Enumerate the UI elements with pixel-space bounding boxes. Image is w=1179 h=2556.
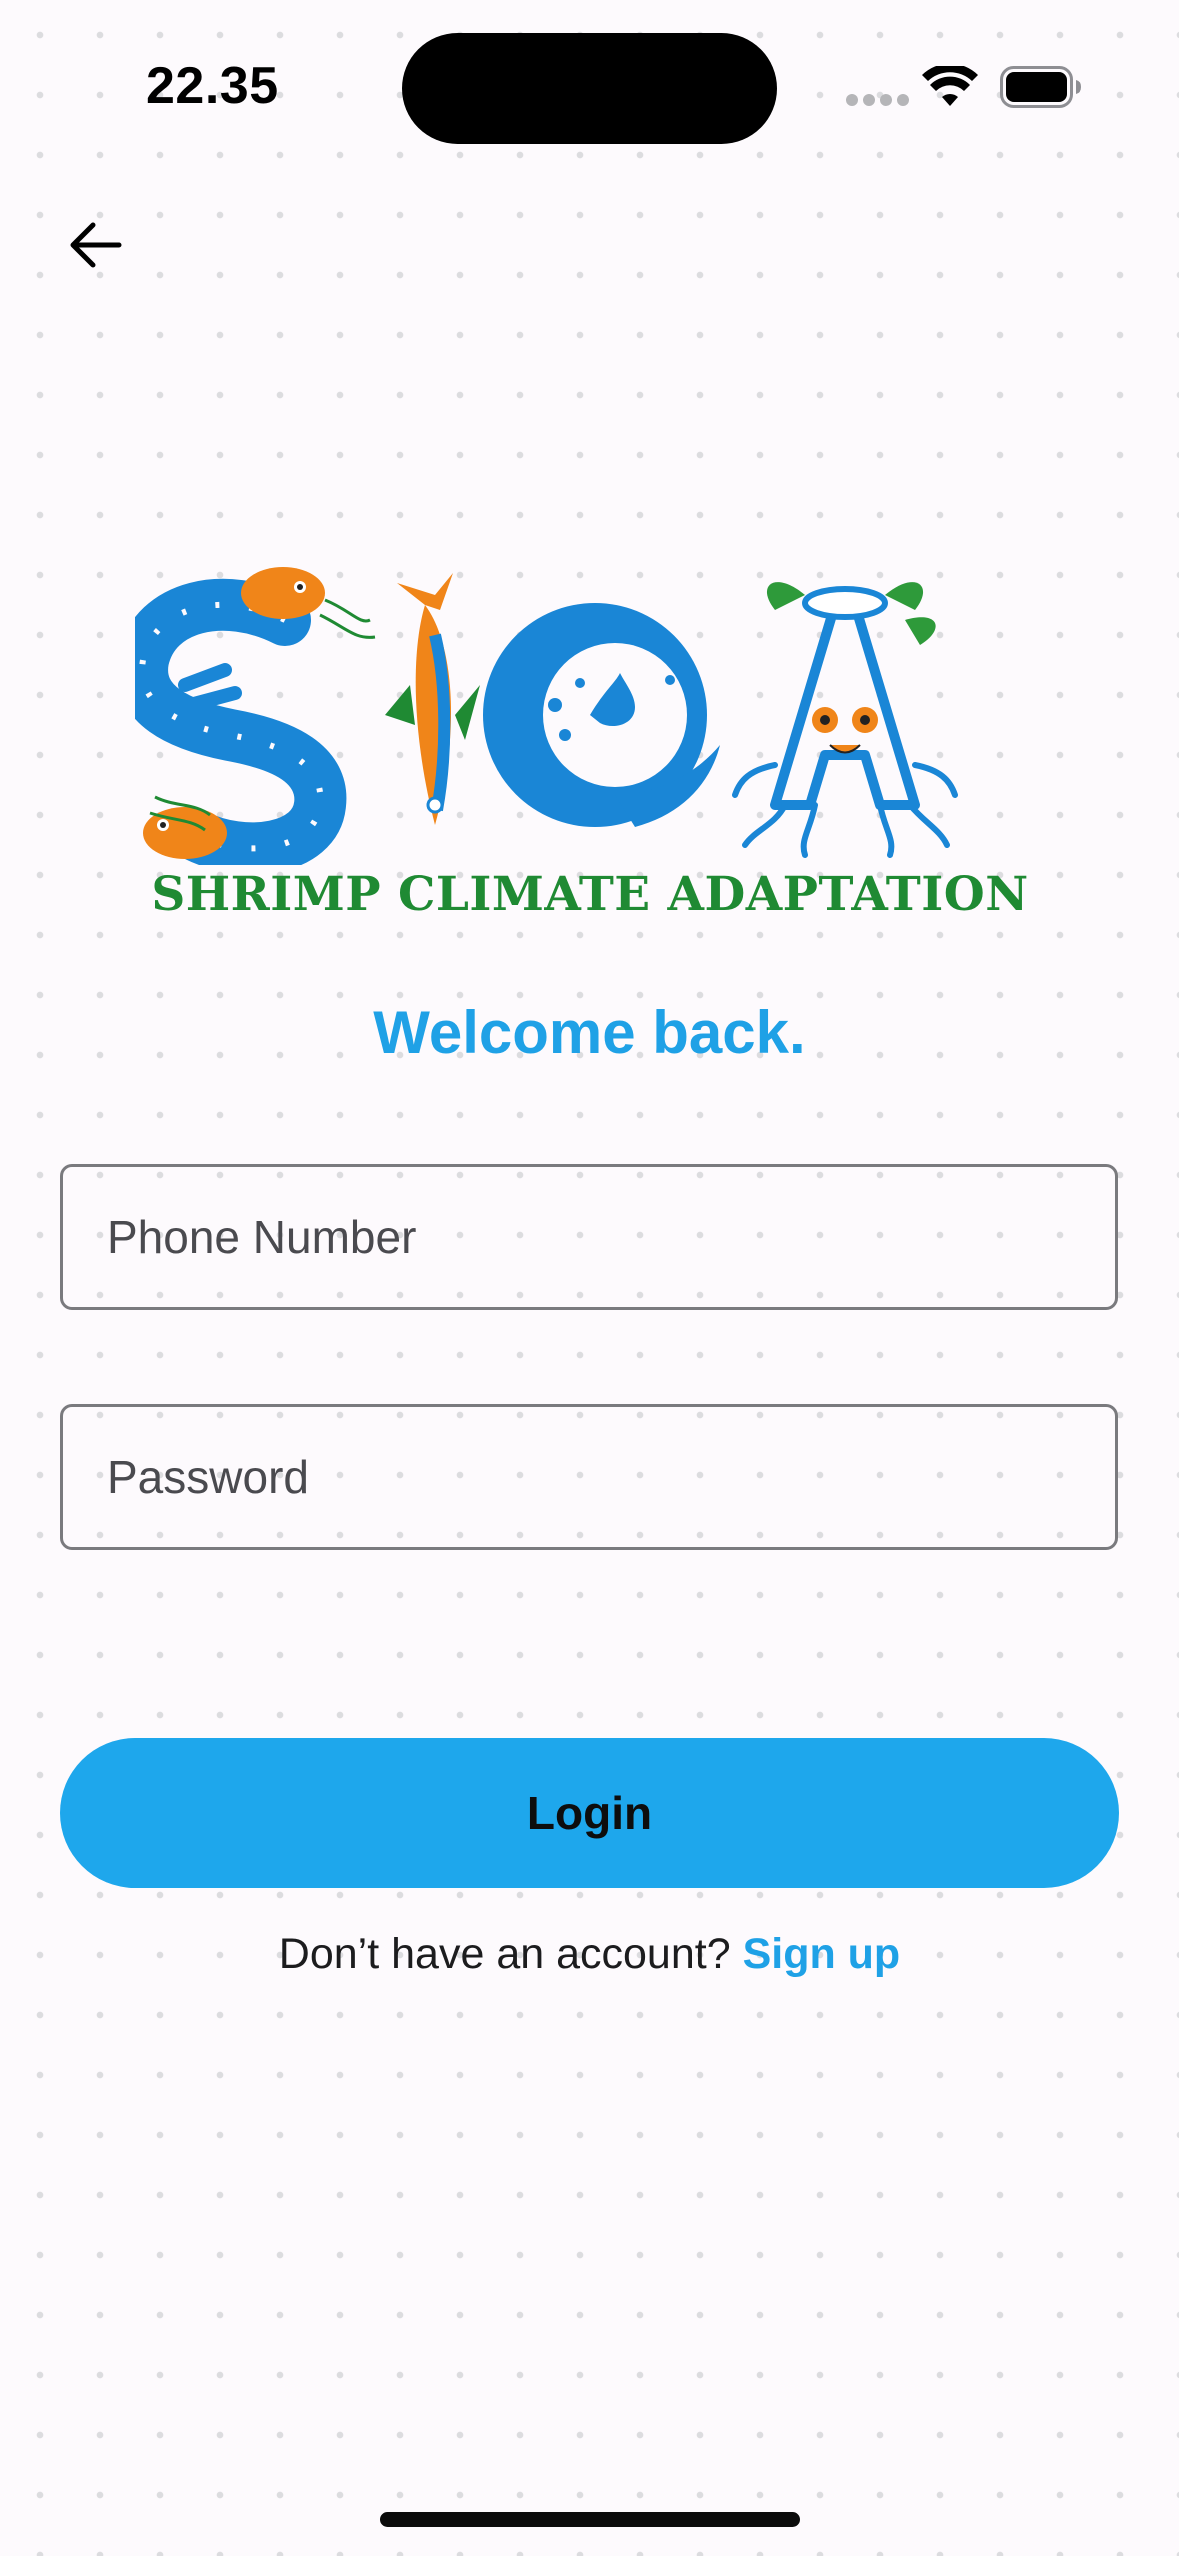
arrow-left-icon	[70, 222, 122, 268]
home-indicator[interactable]	[380, 2512, 800, 2527]
phone-number-input[interactable]	[60, 1164, 1118, 1310]
signup-row: Don’t have an account? Sign up	[0, 1930, 1179, 1979]
shrimp-icon	[116, 567, 376, 875]
wave-icon	[483, 603, 720, 827]
cellular-signal-icon	[846, 94, 909, 106]
status-time: 22.35	[146, 57, 279, 115]
welcome-title: Welcome back.	[373, 999, 806, 1066]
dynamic-island	[402, 33, 777, 144]
wifi-icon	[922, 66, 978, 106]
battery-icon	[1000, 66, 1081, 108]
fish-icon	[385, 573, 480, 825]
password-input[interactable]	[60, 1404, 1118, 1550]
logo-caption: SHRIMP CLIMATE ADAPTATION	[151, 867, 1029, 922]
back-button[interactable]	[60, 210, 130, 280]
signup-prompt: Don’t have an account?	[278, 1930, 743, 1978]
signup-link[interactable]: Sign up	[743, 1930, 901, 1978]
login-button[interactable]: Login	[60, 1738, 1119, 1888]
logo-artwork	[116, 567, 958, 875]
sica-logo: SHRIMP CLIMATE ADAPTATION	[116, 565, 1045, 945]
mangrove-icon	[732, 582, 958, 858]
